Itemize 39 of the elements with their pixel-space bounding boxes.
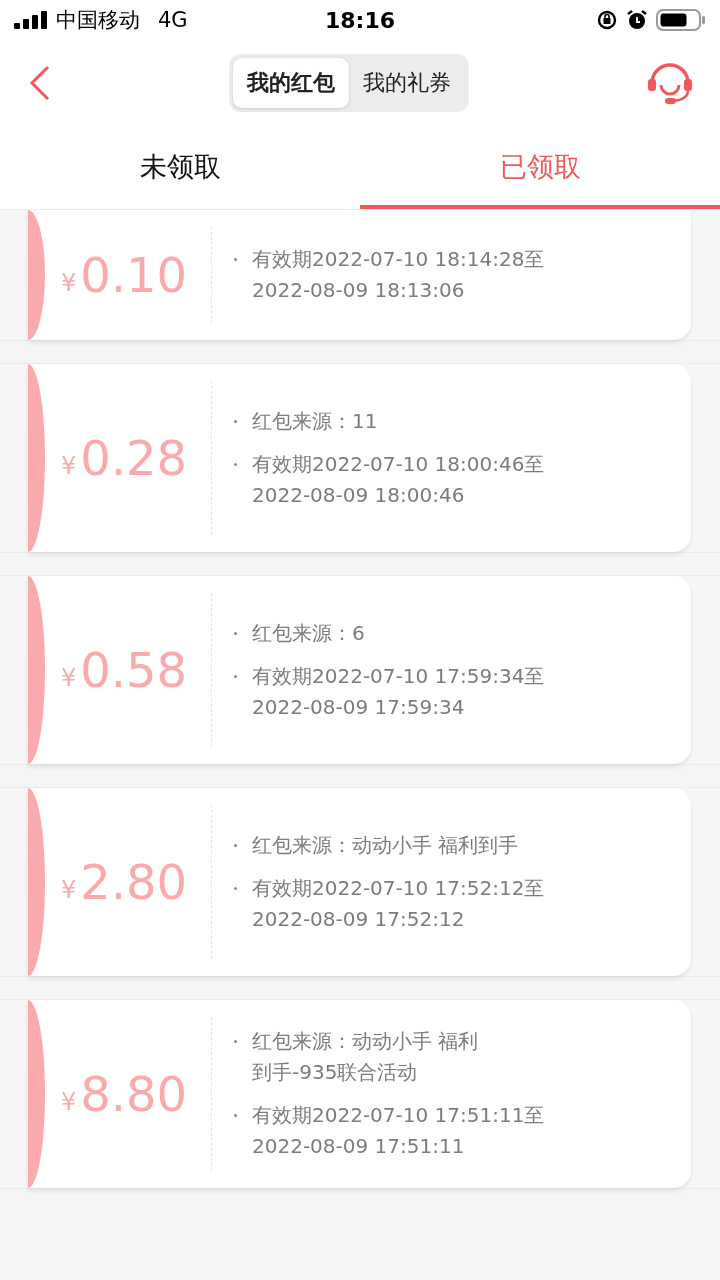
amount-value: 8.80 <box>80 1066 188 1122</box>
amount-value: 0.28 <box>80 430 188 486</box>
source-text: 红包来源：动动小手 福利 到手-935联合活动 <box>252 1028 479 1086</box>
signal-icon <box>14 11 48 29</box>
currency-sign: ¥ <box>60 269 77 297</box>
validity-text: 有效期2022-07-10 18:14:28至 2022-08-09 18:13:06 <box>252 246 545 304</box>
bullet-dot <box>234 419 237 423</box>
rotation-lock-icon <box>596 9 618 31</box>
bullet-dot <box>234 1114 237 1117</box>
source-text: 红包来源：6 <box>252 619 365 647</box>
clock-time: 18:16 <box>325 7 395 33</box>
alarm-icon <box>626 9 648 31</box>
amount-value: 2.80 <box>80 854 188 910</box>
network-type: 4G <box>158 8 188 32</box>
validity-text: 有效期2022-07-10 17:52:12至 2022-08-09 17:52:12 <box>252 874 545 933</box>
validity-text: 有效期2022-07-10 17:59:34至 2022-08-09 17:59:34 <box>252 662 545 721</box>
bullet-dot <box>234 1040 237 1043</box>
currency-sign: ¥ <box>60 664 77 692</box>
battery-icon <box>656 8 706 32</box>
bullet-dot <box>234 886 237 890</box>
segment-tab[interactable]: 我的红包 <box>233 57 349 108</box>
validity-text: 有效期2022-07-10 18:00:46至 2022-08-09 18:00:46 <box>252 450 545 509</box>
bullet-dot <box>234 843 237 847</box>
back-icon[interactable] <box>28 64 52 101</box>
amount-value: 0.58 <box>80 642 188 698</box>
bullet-dot <box>234 258 237 261</box>
source-text: 红包来源：动动小手 福利到手 <box>252 831 519 859</box>
bullet-dot <box>234 462 237 466</box>
currency-sign: ¥ <box>60 452 77 480</box>
amount-value: 0.10 <box>80 247 188 303</box>
bullet-dot <box>234 674 237 678</box>
currency-sign: ¥ <box>60 1088 77 1116</box>
currency-sign: ¥ <box>60 876 77 904</box>
segment-tab[interactable]: 我的礼券 <box>349 57 465 108</box>
headset-icon[interactable] <box>646 60 694 105</box>
source-text: 红包来源：11 <box>252 407 378 435</box>
validity-text: 有效期2022-07-10 17:51:11至 2022-08-09 17:51:11 <box>252 1102 545 1160</box>
carrier-name: 中国移动 <box>56 7 140 34</box>
bullet-dot <box>234 631 237 635</box>
